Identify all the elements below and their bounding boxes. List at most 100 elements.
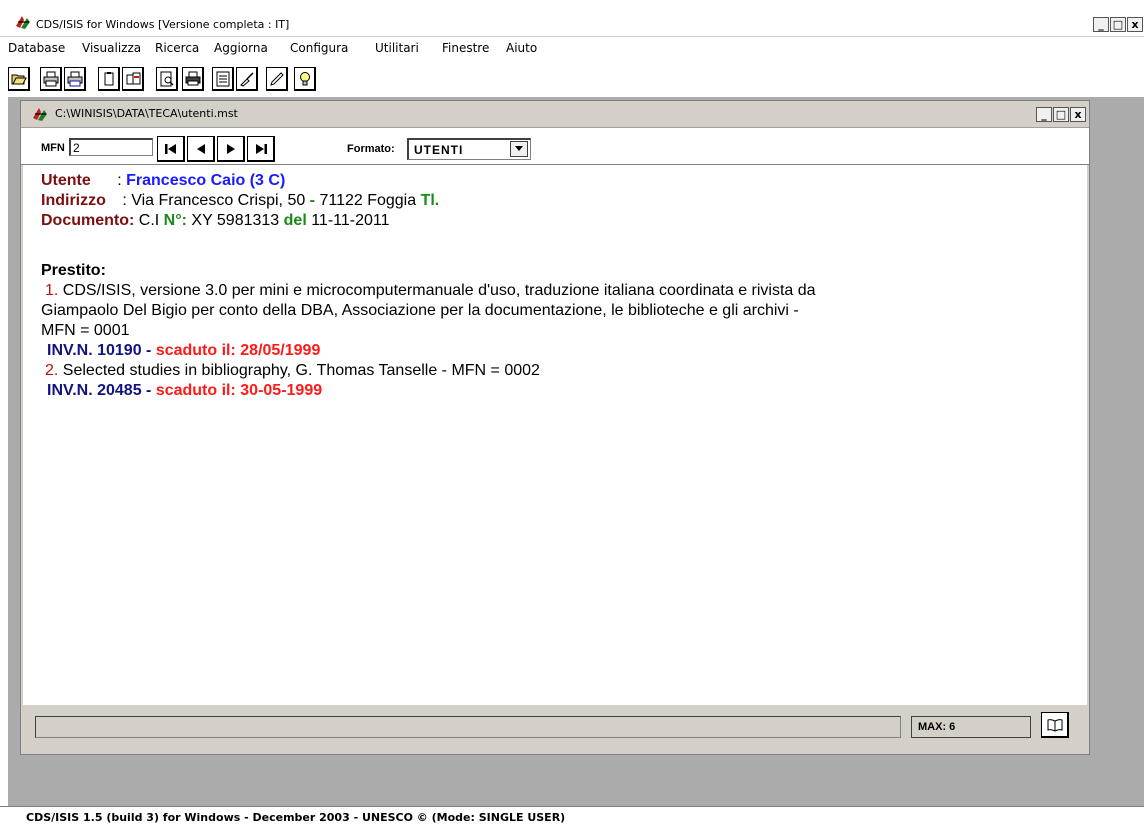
print-txt-icon: [43, 71, 58, 86]
loan-1-line-1: 1. CDS/ISIS, versione 3.0 per mini e mic…: [45, 281, 816, 301]
menu-database[interactable]: Database: [8, 41, 65, 55]
menu-visualizza[interactable]: Visualizza: [82, 41, 141, 55]
indirizzo-sep: :: [117, 192, 132, 209]
del-value: 11-11-2011: [306, 212, 390, 229]
status-message-field: [35, 716, 901, 738]
loan-2-number: 2.: [45, 362, 59, 379]
menu-utilitari[interactable]: Utilitari: [375, 41, 419, 55]
first-record-button[interactable]: [157, 136, 185, 162]
loan-2-inventory: INV.N. 20485 - scaduto il: 30-05-1999: [47, 381, 322, 401]
edit-brush-button[interactable]: [236, 67, 258, 91]
app-window: CDS/ISIS for Windows [Versione completa …: [0, 0, 1144, 829]
menu-bar: Database Visualizza Ricerca Aggiorna Con…: [0, 37, 1144, 59]
form-icon: [216, 71, 229, 86]
del-label: del: [283, 212, 307, 229]
prestito-label: Prestito:: [41, 262, 106, 279]
indirizzo-dash: -: [305, 192, 320, 209]
max-records-field: MAX: 6: [911, 716, 1031, 738]
print-rtf-icon: [67, 71, 82, 86]
next-record-icon: [226, 143, 235, 154]
preview-icon: [160, 71, 174, 86]
navigation-row: MFN Formato: UTENTI: [21, 128, 1089, 165]
book-button[interactable]: [1041, 712, 1069, 738]
tel-label: Tl.: [420, 192, 440, 209]
printer-icon: [185, 71, 200, 85]
loan-1-inv: INV.N. 10190 -: [47, 342, 156, 359]
menu-ricerca[interactable]: Ricerca: [155, 41, 199, 55]
copy-button[interactable]: [98, 67, 120, 91]
menu-aggiorna[interactable]: Aggiorna: [214, 41, 268, 55]
record-status-row: MAX: 6: [21, 706, 1089, 754]
indirizzo-city: 71122 Foggia: [319, 192, 421, 209]
utente-line: Utente : Francesco Caio (3 C): [41, 171, 285, 191]
mfn-input[interactable]: [69, 138, 153, 156]
menu-finestre[interactable]: Finestre: [442, 41, 489, 55]
utente-label: Utente: [41, 172, 91, 189]
loan-2-inv: INV.N. 20485 -: [47, 382, 156, 399]
preview-button[interactable]: [156, 67, 178, 91]
open-folder-icon: [11, 74, 27, 84]
loan-1-scaduto: scaduto il: 28/05/1999: [155, 342, 321, 359]
cds-isis-logo-icon: [16, 16, 30, 29]
record-close-button[interactable]: x: [1070, 107, 1086, 122]
help-tip-button[interactable]: [294, 67, 316, 91]
loan-1-inventory: INV.N. 10190 - scaduto il: 28/05/1999: [47, 341, 320, 361]
copy-rtf-button[interactable]: [122, 67, 144, 91]
utente-value: Francesco Caio (3 C): [126, 172, 286, 189]
numero-value: XY 5981313: [186, 212, 284, 229]
print-button[interactable]: [182, 67, 204, 91]
app-window-controls: _ □ x: [1092, 17, 1143, 33]
next-record-button[interactable]: [217, 136, 245, 162]
menu-configura[interactable]: Configura: [290, 41, 348, 55]
format-label: Formato:: [347, 143, 395, 155]
documento-label: Documento:: [41, 212, 135, 229]
book-icon: [1047, 718, 1062, 732]
first-record-icon: [164, 143, 176, 154]
pencil-icon: [269, 71, 284, 86]
previous-record-button[interactable]: [187, 136, 215, 162]
loan-1-text-1: CDS/ISIS, versione 3.0 per mini e microc…: [58, 282, 816, 299]
loan-1-text-2: Giampaolo Del Bigio per conto della DBA,…: [41, 302, 799, 319]
app-title: CDS/ISIS for Windows [Versione completa …: [36, 18, 290, 31]
loan-2-text-1: Selected studies in bibliography, G. Tho…: [58, 362, 540, 379]
print-rtf-button[interactable]: [64, 67, 86, 91]
documento-line: Documento: C.I N°: XY 5981313 del 11-11-…: [41, 211, 390, 231]
app-status-text: CDS/ISIS 1.5 (build 3) for Windows - Dec…: [26, 811, 566, 824]
documento-value: C.I: [134, 212, 164, 229]
maximize-button[interactable]: □: [1110, 17, 1126, 32]
open-button[interactable]: [8, 67, 30, 91]
format-select[interactable]: UTENTI: [407, 138, 531, 160]
form-button[interactable]: [212, 67, 234, 91]
record-window-title: C:\WINISIS\DATA\TECA\utenti.mst: [55, 107, 238, 120]
edit-pencil-button[interactable]: [266, 67, 288, 91]
last-record-icon: [255, 143, 267, 154]
indirizzo-line: Indirizzo : Via Francesco Crispi, 50 - 7…: [41, 191, 439, 211]
utente-sep: :: [112, 172, 127, 189]
format-value: UTENTI: [414, 143, 464, 157]
print-txt-button[interactable]: [40, 67, 62, 91]
toolbar: [0, 59, 1144, 97]
record-display: Utente : Francesco Caio (3 C) Indirizzo …: [23, 165, 1087, 705]
mfn-label: MFN: [41, 142, 65, 154]
workspace-edge: [0, 97, 8, 806]
app-status-bar: CDS/ISIS 1.5 (build 3) for Windows - Dec…: [0, 806, 1144, 829]
numero-label: N°:: [163, 212, 187, 229]
title-bar: CDS/ISIS for Windows [Versione completa …: [0, 0, 1144, 37]
close-button[interactable]: x: [1127, 17, 1143, 32]
minimize-button[interactable]: _: [1093, 17, 1109, 32]
loan-1-text-3: MFN = 0001: [41, 322, 130, 339]
edit-brush-icon: [239, 71, 254, 87]
last-record-button[interactable]: [247, 136, 275, 162]
cds-isis-logo-icon: [33, 108, 47, 121]
indirizzo-label: Indirizzo: [41, 192, 106, 209]
indirizzo-value: Via Francesco Crispi, 50: [131, 192, 306, 209]
menu-aiuto[interactable]: Aiuto: [506, 41, 537, 55]
loan-1-number: 1.: [45, 282, 59, 299]
format-dropdown-button[interactable]: [510, 141, 528, 157]
copy-icon: [104, 71, 113, 85]
record-minimize-button[interactable]: _: [1036, 107, 1052, 122]
record-maximize-button[interactable]: □: [1053, 107, 1069, 122]
lightbulb-icon: [299, 71, 310, 85]
previous-record-icon: [196, 143, 205, 154]
loan-2-scaduto: scaduto il: 30-05-1999: [155, 382, 323, 399]
